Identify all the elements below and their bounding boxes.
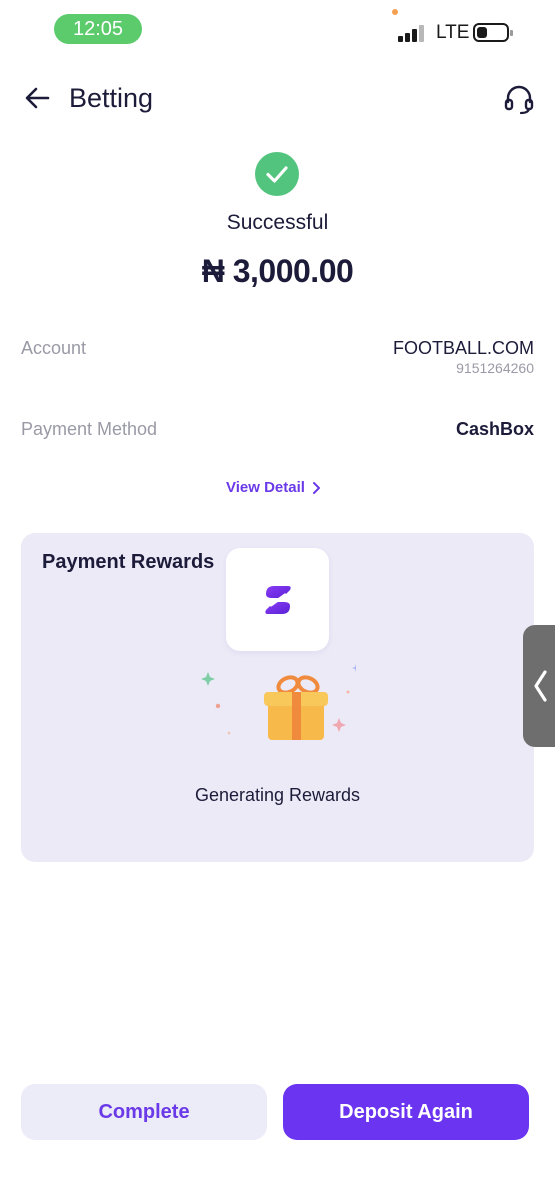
- view-detail-link[interactable]: View Detail: [226, 479, 321, 496]
- gift-illustration: [196, 658, 360, 748]
- rewards-title: Payment Rewards: [42, 551, 215, 573]
- status-bar: 12:05 LTE: [0, 0, 555, 56]
- view-detail-label: View Detail: [226, 479, 305, 496]
- account-name: FOOTBALL.COM: [392, 338, 534, 358]
- account-label: Account: [21, 338, 87, 358]
- chevron-left-icon: [534, 670, 547, 702]
- transaction-amount: ₦ 3,000.00: [201, 253, 354, 289]
- payment-method-label: Payment Method: [21, 419, 158, 439]
- signal-icon: [398, 22, 430, 42]
- page-title: Betting: [69, 83, 154, 113]
- side-panel-handle[interactable]: [523, 625, 555, 747]
- check-circle-icon: [255, 152, 299, 196]
- app-logo-tile: [226, 548, 329, 651]
- account-number: 9151264260: [456, 360, 534, 376]
- headset-icon[interactable]: [502, 82, 536, 116]
- transaction-status: Successful: [226, 211, 329, 234]
- deposit-again-button[interactable]: Deposit Again: [283, 1084, 529, 1140]
- gift-icon: [201, 664, 360, 740]
- network-type: LTE: [436, 22, 470, 43]
- battery-icon: [473, 23, 513, 42]
- back-arrow-icon[interactable]: [22, 82, 54, 114]
- payment-method-value: CashBox: [455, 419, 534, 439]
- chevron-right-icon: [312, 481, 320, 494]
- payment-rewards-card: Payment Rewards Generating Rewards: [21, 533, 534, 862]
- privacy-indicator-dot: [392, 9, 398, 15]
- status-time: 12:05: [54, 14, 142, 44]
- generating-rewards-text: Generating Rewards: [194, 785, 361, 805]
- app-logo-icon: [265, 586, 291, 614]
- battery-level: [477, 27, 487, 38]
- complete-button[interactable]: Complete: [21, 1084, 267, 1140]
